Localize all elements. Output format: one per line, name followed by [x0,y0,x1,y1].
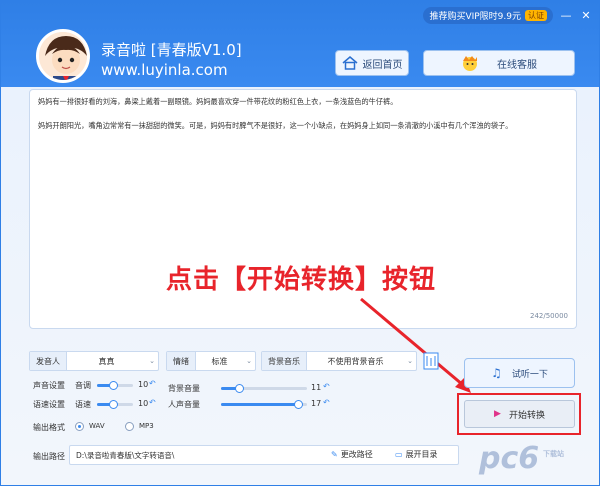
chevron-down-icon: ⌄ [149,357,155,365]
home-icon [342,56,357,70]
app-title: 录音啦 [青春版V1.0] [101,41,242,59]
speed-label: 语速 [75,400,91,409]
pitch-label: 音调 [75,381,91,390]
slider-fill [221,403,299,406]
slider-knob[interactable] [108,381,118,390]
format-label: 输出格式 [33,423,65,432]
bgm-file-icon[interactable] [423,352,439,370]
bg-volume-label: 背景音量 [168,384,200,393]
emotion-value: 标准 [211,356,228,366]
voice-volume-value: 17 [311,399,322,408]
reset-icon[interactable]: ↶ [323,398,330,407]
path-label: 输出路径 [33,452,65,461]
pitch-slider[interactable] [97,381,133,390]
speed-slider[interactable] [97,400,133,409]
app-window: 推荐购买VIP限时9.9元 认证 — ✕ 录音啦 [青春版V1.0] www.l… [0,0,600,486]
emotion-select[interactable]: 情绪 标准 ⌄ [166,351,256,371]
start-convert-button[interactable]: ▶ 开始转换 [464,400,575,428]
service-label: 在线客服 [497,59,537,71]
listen-button[interactable]: ♫ 试听一下 [464,358,575,388]
app-url: www.luyinla.com [101,61,228,79]
speed-value: 10 [138,399,149,408]
format-radio-wav[interactable] [75,422,84,431]
home-label: 返回首页 [362,59,403,71]
start-label: 开始转换 [508,410,545,421]
format-option-mp3: MP3 [139,422,154,430]
change-path-button[interactable]: ✎ 更改路径 [331,449,373,460]
reset-icon[interactable]: ↶ [149,379,156,388]
slider-knob[interactable] [235,384,245,393]
pitch-value: 10 [138,380,149,389]
reset-icon[interactable]: ↶ [149,398,156,407]
listen-label: 试听一下 [511,369,548,380]
speaker-label: 发音人 [30,352,67,370]
text-paragraph: 妈妈开朗阳光，嘴角边常常有一抹甜甜的微笑。可是，妈妈有时脾气不是很好，这一个小缺… [38,121,513,130]
minimize-button[interactable]: — [559,9,573,22]
edit-icon: ✎ [331,450,338,459]
play-icon: ▶ [494,409,501,419]
output-path-value: D:\录音啦青春版\文字转语音\ [76,450,175,460]
promo-text: 推荐购买VIP限时9.9元 [429,12,521,22]
slider-knob[interactable] [108,400,118,409]
online-service-button[interactable]: 在线客服 [423,50,575,76]
change-path-label: 更改路径 [340,450,373,459]
format-option-wav: WAV [89,422,105,430]
speed-setting-label: 语速设置 [33,400,65,409]
speaker-select[interactable]: 发音人 真真 ⌄ [29,351,159,371]
avatar-icon [39,32,87,80]
slider-knob[interactable] [293,400,303,409]
bgm-select[interactable]: 背景音乐 不使用背景音乐 ⌄ [261,351,417,371]
chevron-down-icon: ⌄ [407,357,413,365]
bg-volume-value: 11 [311,383,322,392]
bgm-value: 不使用背景音乐 [327,356,384,366]
bgm-label: 背景音乐 [262,352,307,370]
avatar [36,29,90,83]
watermark-sub: 下载站 [543,450,564,458]
watermark-logo: pc6 下载站 [479,441,599,485]
text-paragraph: 妈妈有一排很好看的刘海，鼻梁上戴着一副眼镜。妈妈最喜欢穿一件带花纹的粉红色上衣，… [38,97,398,106]
title-bar: 推荐购买VIP限时9.9元 认证 — ✕ [423,7,593,24]
format-radio-mp3[interactable] [125,422,134,431]
instruction-overlay: 点击【开始转换】按钮 [165,265,436,295]
home-button[interactable]: 返回首页 [335,50,409,76]
voice-setting-label: 声音设置 [33,381,65,390]
speaker-value: 真真 [98,356,115,366]
voice-volume-label: 人声音量 [168,400,200,409]
char-counter: 242/50000 [530,312,568,320]
watermark-text: pc6 [479,441,540,476]
open-dir-button[interactable]: ▭ 展开目录 [395,449,438,460]
bg-volume-slider[interactable] [221,384,307,393]
reset-icon[interactable]: ↶ [323,382,330,391]
chevron-down-icon: ⌄ [246,357,252,365]
music-note-icon: ♫ [491,366,502,380]
promo-badge: 认证 [525,10,547,21]
service-avatar-icon [463,56,477,71]
voice-volume-slider[interactable] [221,400,307,409]
open-dir-label: 展开目录 [405,450,438,459]
emotion-label: 情绪 [167,352,196,370]
folder-icon: ▭ [395,450,403,459]
close-button[interactable]: ✕ [579,9,593,22]
vip-promo[interactable]: 推荐购买VIP限时9.9元 认证 [423,7,553,24]
arrow-icon [360,297,471,393]
